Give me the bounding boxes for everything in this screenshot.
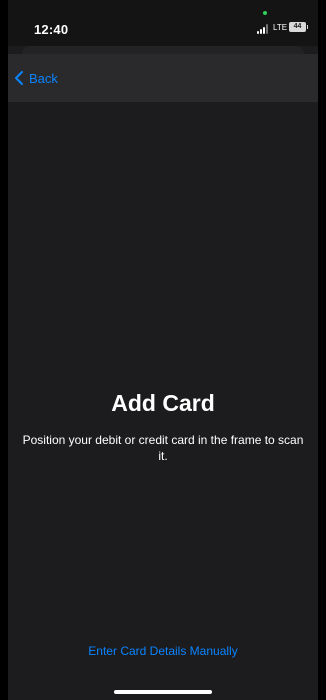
status-time: 12:40: [34, 22, 69, 37]
back-button[interactable]: Back: [14, 68, 58, 88]
navigation-bar: Back: [8, 54, 318, 102]
page-title: Add Card: [111, 390, 215, 416]
device-frame: 12:40 LTE 44 Back Add Card Position your…: [0, 0, 326, 700]
network-label: LTE: [273, 23, 288, 32]
status-bar: 12:40 LTE 44: [8, 0, 318, 46]
signal-icon: [257, 24, 271, 34]
back-label: Back: [29, 70, 58, 86]
scan-instructions: Position your debit or credit card in th…: [22, 433, 304, 463]
enter-card-details-manually-link[interactable]: Enter Card Details Manually: [8, 644, 318, 658]
sheet-top-edge: [22, 46, 304, 54]
phone-screen: 12:40 LTE 44 Back Add Card Position your…: [8, 0, 318, 700]
mic-indicator-dot: [263, 11, 267, 15]
battery-icon: 44: [289, 22, 308, 32]
back-chevron-icon: [15, 71, 23, 85]
home-indicator[interactable]: [114, 690, 212, 694]
